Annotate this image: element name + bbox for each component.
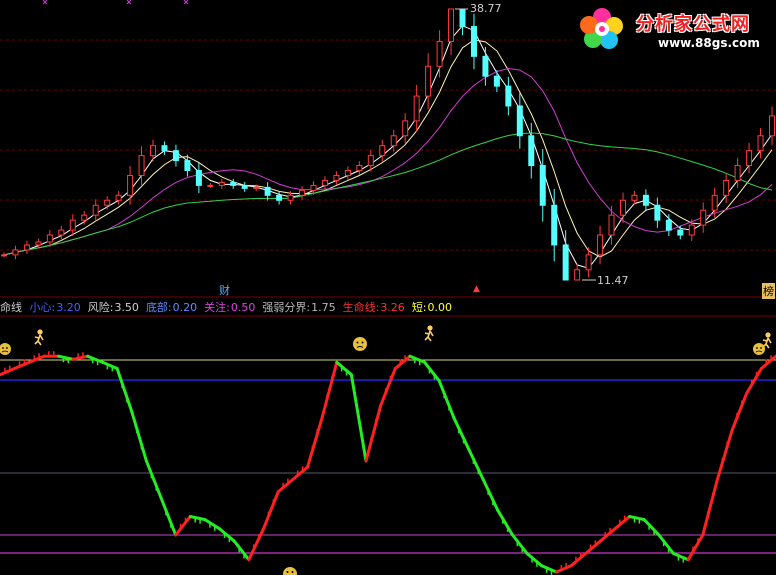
cai-marker: 财 (219, 284, 230, 297)
indicator-label-3: 关注: (204, 301, 230, 314)
logo-title: 分析家公式网 (636, 14, 750, 35)
indicator-label-0: 小心: (29, 301, 56, 314)
logo-url: www.88gs.com (658, 36, 760, 50)
indicator-label-4: 强弱分界: (262, 301, 311, 314)
indicator-value-6: 0.00 (427, 301, 453, 314)
flower-logo-icon (580, 8, 623, 49)
high-price-label: 38.77 (470, 2, 502, 15)
up-arrow-marker: ▲ (473, 284, 480, 294)
indicator-value-0: 3.20 (56, 301, 81, 314)
indicator-value-3: 0.50 (230, 301, 256, 314)
right-marker: 榜 (762, 283, 775, 299)
indicator-value-1: 3.50 (114, 301, 139, 314)
indicator-title: 命线 (0, 301, 22, 314)
brand-logo: 分析家公式网 www.88gs.com (572, 2, 776, 54)
indicator-value-4: 1.75 (311, 301, 336, 314)
indicator-label-5: 生命线: (342, 301, 380, 314)
face-icon-2 (353, 337, 367, 351)
indicator-value-2: 0.20 (172, 301, 198, 314)
indicator-value-5: 3.26 (380, 301, 405, 314)
stock-chart-canvas (0, 0, 776, 575)
indicator-label-1: 风险: (87, 301, 114, 314)
face-icon-3 (753, 343, 765, 355)
indicator-header: 命线 小心:3.20 风险:3.50 底部:0.20 关注:0.50 强弱分界:1.75… (0, 299, 454, 315)
low-price-label: 11.47 (597, 274, 629, 287)
indicator-label-6: 短: (411, 301, 427, 314)
indicator-label-2: 底部: (145, 301, 172, 314)
